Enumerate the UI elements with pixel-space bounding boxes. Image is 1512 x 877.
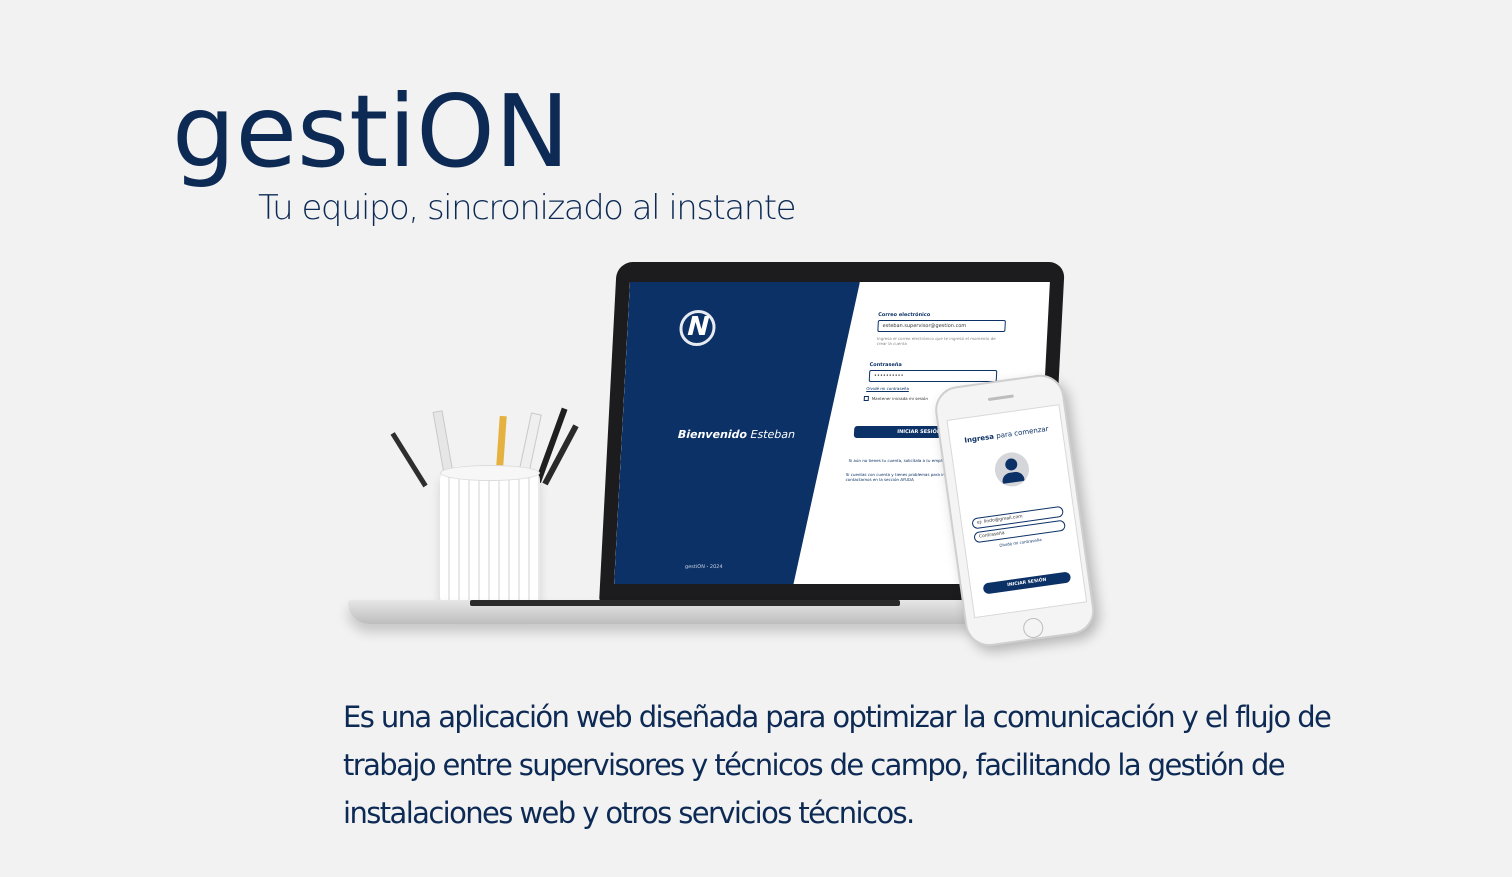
welcome-text: Bienvenido Esteban: [678, 428, 796, 441]
phone-screen: Ingresa para comenzar ej: lindo@gmail.co…: [946, 404, 1088, 619]
home-button-icon: [1021, 616, 1045, 640]
phone-login-button[interactable]: INICIAR SESIÓN: [982, 571, 1072, 595]
app-description: Es una aplicación web diseñada para opti…: [343, 700, 1332, 830]
cup: [440, 470, 540, 610]
email-field[interactable]: esteban.supervisor@gestion.com: [877, 320, 1006, 332]
laptop-hinge: [470, 600, 900, 606]
screen-footer: gestiON - 2024: [684, 564, 723, 570]
forgot-password-link[interactable]: Olvidé mi contraseña: [866, 386, 909, 391]
pencil-black-icon: [390, 432, 428, 488]
email-hint: Ingresa el correo electrónico que te ing…: [876, 336, 996, 346]
logo-letter: N: [686, 312, 711, 342]
phone-title-rest: para comenzar: [995, 424, 1050, 441]
brand-tagline: Tu equipo, sincronizado al instante: [258, 188, 797, 228]
welcome-name: Esteban: [750, 428, 796, 441]
phone-speaker-icon: [987, 394, 1014, 402]
phone-title-bold: Ingresa: [963, 432, 995, 445]
password-label: Contraseña: [869, 362, 902, 368]
keep-session-checkbox[interactable]: [863, 396, 869, 401]
keep-session-label: Mantener iniciada mi sesión: [871, 396, 929, 401]
brand-title: gestiON: [172, 73, 570, 190]
phone-login-title: Ingresa para comenzar: [964, 425, 1049, 445]
cup-rim: [440, 465, 540, 481]
password-field[interactable]: ••••••••••: [868, 370, 998, 382]
email-label: Correo electrónico: [878, 312, 931, 318]
welcome-bold: Bienvenido: [677, 428, 748, 441]
